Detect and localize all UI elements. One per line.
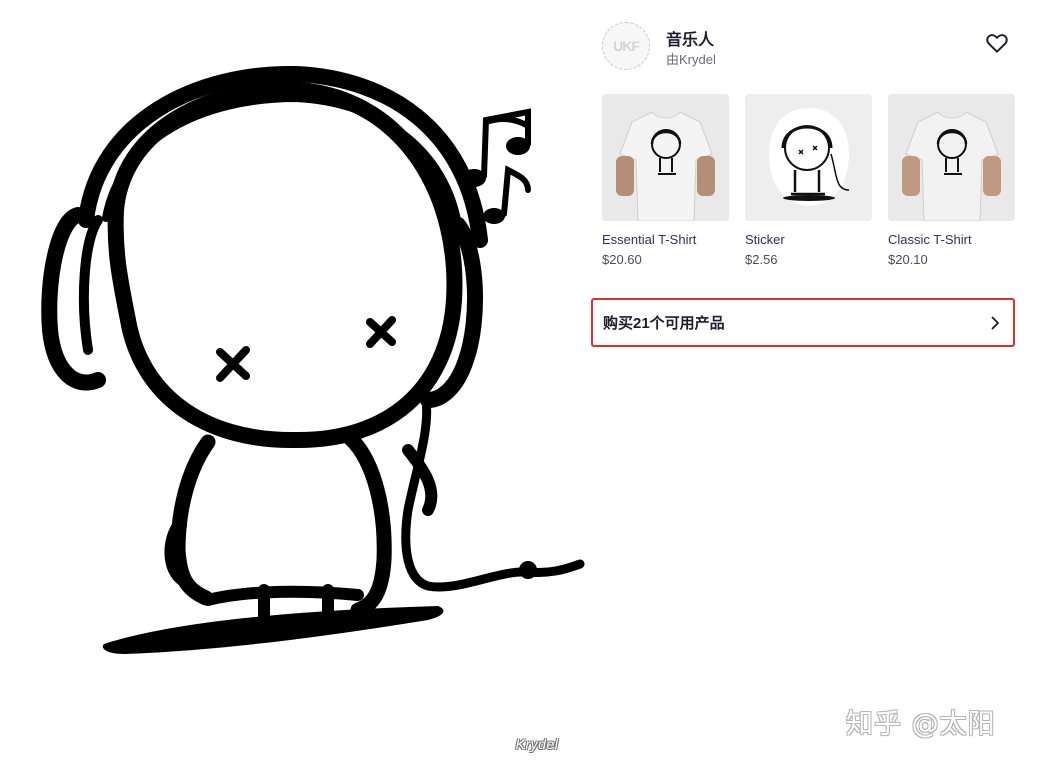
artwork-signature: Krydel bbox=[515, 736, 559, 752]
product-thumbnail[interactable] bbox=[745, 94, 872, 221]
product-card-sticker[interactable]: Sticker $2.56 bbox=[745, 94, 873, 267]
work-title: 音乐人 bbox=[666, 32, 715, 49]
product-list: Essential T-Shirt $20.60 Sticker $2.56 C… bbox=[602, 94, 1016, 274]
artist-link[interactable]: 由Krydel bbox=[666, 49, 716, 68]
work-header: UKF 音乐人 由Krydel bbox=[602, 22, 1014, 70]
chevron-right-icon bbox=[991, 316, 999, 329]
artwork-image bbox=[28, 50, 588, 670]
product-price: $20.10 bbox=[888, 252, 928, 267]
buy-all-products-button[interactable]: 购买21个可用产品 bbox=[591, 298, 1015, 347]
product-name[interactable]: Sticker bbox=[745, 232, 873, 247]
tshirt-mockup-image bbox=[602, 94, 729, 221]
tshirt-mockup-image bbox=[888, 94, 1015, 221]
product-name[interactable]: Essential T-Shirt bbox=[602, 232, 730, 247]
sticker-mockup-image bbox=[745, 94, 872, 221]
artist-avatar[interactable]: UKF bbox=[602, 22, 650, 70]
product-card-classic-tshirt[interactable]: Classic T-Shirt $20.10 bbox=[888, 94, 1016, 267]
product-card-essential-tshirt[interactable]: Essential T-Shirt $20.60 bbox=[602, 94, 730, 267]
product-price: $2.56 bbox=[745, 252, 778, 267]
heart-outline-icon bbox=[986, 34, 1008, 53]
product-name[interactable]: Classic T-Shirt bbox=[888, 232, 1016, 247]
headphone-character-illustration bbox=[41, 65, 585, 654]
buy-all-label: 购买21个可用产品 bbox=[603, 315, 725, 332]
watermark: 知乎 @太阳 bbox=[846, 709, 996, 740]
product-thumbnail[interactable] bbox=[602, 94, 729, 221]
product-thumbnail[interactable] bbox=[888, 94, 1015, 221]
favorite-button[interactable] bbox=[984, 30, 1010, 56]
product-price: $20.60 bbox=[602, 252, 642, 267]
